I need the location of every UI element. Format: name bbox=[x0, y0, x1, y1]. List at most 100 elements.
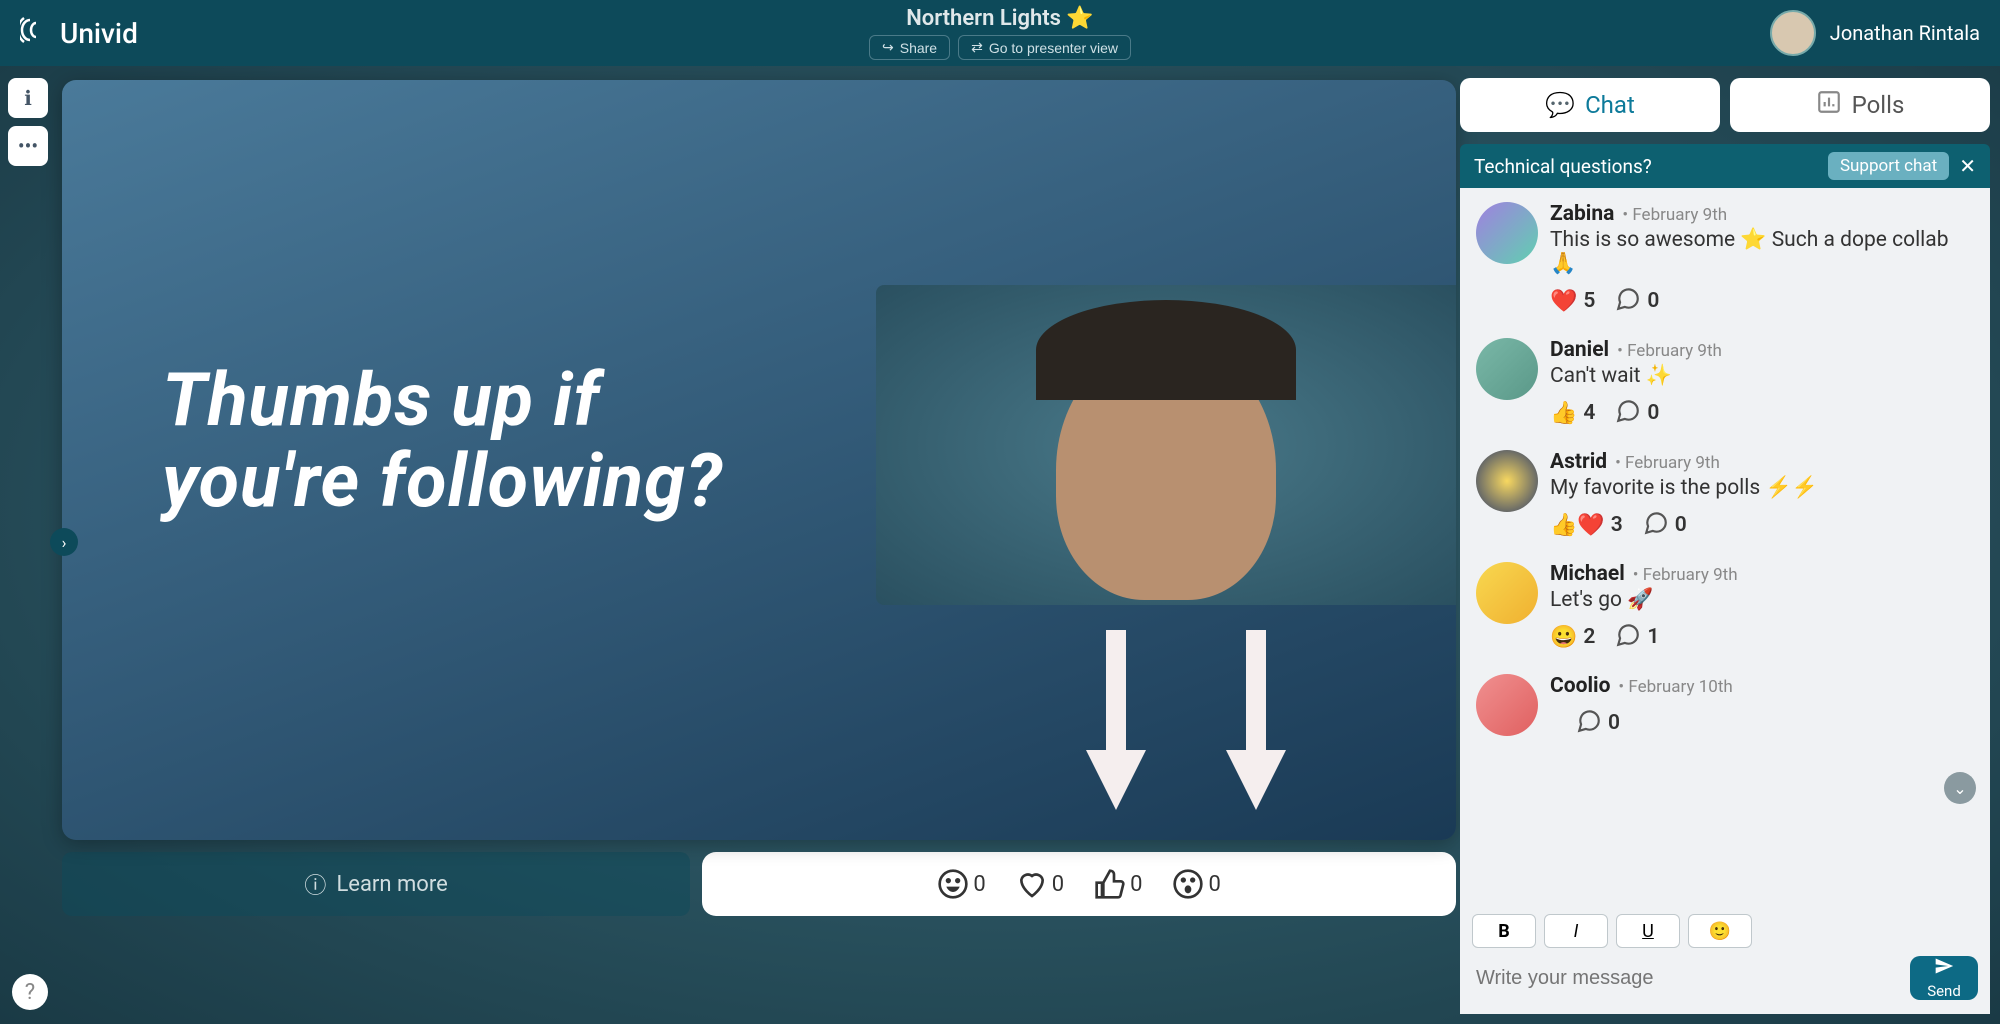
learn-more-label: Learn more bbox=[336, 872, 447, 897]
msg-author: Michael bbox=[1550, 562, 1625, 586]
user-name: Jonathan Rintala bbox=[1830, 21, 1980, 45]
compose-area: B I U 🙂 Send bbox=[1460, 904, 1990, 1014]
learn-more-button[interactable]: ⓘ Learn more bbox=[62, 852, 690, 916]
reactions-bar: 0 0 0 0 bbox=[702, 852, 1456, 916]
msg-author: Coolio bbox=[1550, 674, 1610, 698]
reply-icon[interactable] bbox=[1643, 510, 1669, 540]
msg-react-icon[interactable]: 😀 bbox=[1550, 625, 1577, 650]
polls-icon bbox=[1816, 89, 1842, 121]
reply-count: 0 bbox=[1608, 711, 1620, 735]
chat-message: Daniel • February 9th Can't wait ✨ 👍 4 0 bbox=[1460, 324, 1990, 436]
help-icon: ? bbox=[25, 980, 35, 1005]
msg-date: • February 9th bbox=[1633, 565, 1738, 585]
chat-message: Michael • February 9th Let's go 🚀 😀 2 1 bbox=[1460, 548, 1990, 660]
reply-icon[interactable] bbox=[1615, 622, 1641, 652]
arrow-down-icon bbox=[1086, 630, 1146, 810]
reply-icon[interactable] bbox=[1615, 286, 1641, 316]
tab-chat-label: Chat bbox=[1585, 91, 1635, 119]
arrow-down-icon bbox=[1226, 630, 1286, 810]
presentation-slide: Thumbs up if you're following? bbox=[62, 80, 1456, 840]
msg-react-count: 5 bbox=[1583, 289, 1595, 313]
left-rail: ℹ ••• bbox=[8, 78, 48, 166]
bold-label: B bbox=[1498, 921, 1510, 942]
support-question: Technical questions? bbox=[1474, 155, 1652, 178]
msg-date: • February 9th bbox=[1622, 205, 1727, 225]
wow-icon bbox=[1172, 868, 1204, 900]
grin-icon bbox=[937, 868, 969, 900]
help-button[interactable]: ? bbox=[12, 974, 48, 1010]
slide-arrows bbox=[1086, 630, 1286, 810]
msg-text: My favorite is the polls ⚡⚡ bbox=[1550, 476, 1974, 500]
italic-button[interactable]: I bbox=[1544, 914, 1608, 948]
tab-polls-label: Polls bbox=[1852, 91, 1905, 119]
close-banner-button[interactable]: ✕ bbox=[1959, 154, 1976, 178]
reaction-count: 0 bbox=[1208, 872, 1220, 897]
bold-button[interactable]: B bbox=[1472, 914, 1536, 948]
reply-icon[interactable] bbox=[1615, 398, 1641, 428]
chat-message: Zabina • February 9th This is so awesome… bbox=[1460, 188, 1990, 324]
reaction-wow[interactable]: 0 bbox=[1172, 868, 1220, 900]
presenter-video bbox=[876, 285, 1456, 605]
msg-author: Daniel bbox=[1550, 338, 1609, 362]
msg-text: This is so awesome ⭐ Such a dope collab … bbox=[1550, 228, 1974, 276]
reaction-thumbs[interactable]: 0 bbox=[1094, 868, 1142, 900]
slide-line2: you're following? bbox=[162, 441, 723, 522]
reaction-heart[interactable]: 0 bbox=[1016, 868, 1064, 900]
main-area: › Thumbs up if you're following? ⓘ Learn… bbox=[62, 80, 1456, 1004]
reply-count: 1 bbox=[1647, 625, 1659, 649]
scroll-down-button[interactable]: ⌄ bbox=[1944, 772, 1976, 804]
msg-date: • February 9th bbox=[1615, 453, 1720, 473]
close-icon: ✕ bbox=[1959, 154, 1976, 178]
presenter-face bbox=[1056, 340, 1276, 600]
chat-scroll[interactable]: Zabina • February 9th This is so awesome… bbox=[1460, 188, 1990, 904]
share-icon: ↪ bbox=[882, 39, 894, 56]
underline-button[interactable]: U bbox=[1616, 914, 1680, 948]
reply-count: 0 bbox=[1647, 401, 1659, 425]
info-button[interactable]: ℹ bbox=[8, 78, 48, 118]
support-chat-button[interactable]: Support chat bbox=[1828, 152, 1949, 180]
underline-label: U bbox=[1642, 921, 1654, 942]
presenter-view-button[interactable]: ⇄ Go to presenter view bbox=[958, 35, 1131, 60]
top-center: Northern Lights ⭐ ↪ Share ⇄ Go to presen… bbox=[869, 6, 1131, 60]
msg-date: • February 10th bbox=[1618, 677, 1732, 697]
chat-icon: 💬 bbox=[1545, 91, 1575, 119]
msg-avatar bbox=[1476, 202, 1538, 264]
msg-react-icon[interactable]: ❤️ bbox=[1550, 289, 1577, 314]
reaction-count: 0 bbox=[973, 872, 985, 897]
reaction-count: 0 bbox=[1052, 872, 1064, 897]
swap-icon: ⇄ bbox=[971, 39, 983, 56]
reaction-count: 0 bbox=[1130, 872, 1142, 897]
brand-logo: Univid bbox=[20, 12, 138, 55]
info-circle-icon: ⓘ bbox=[304, 868, 326, 900]
msg-author: Zabina bbox=[1550, 202, 1614, 226]
chevron-down-icon: ⌄ bbox=[1953, 779, 1966, 798]
brand-name: Univid bbox=[60, 17, 138, 50]
msg-react-count: 2 bbox=[1583, 625, 1595, 649]
tab-polls[interactable]: Polls bbox=[1730, 78, 1990, 132]
msg-avatar bbox=[1476, 450, 1538, 512]
msg-text: Let's go 🚀 bbox=[1550, 588, 1974, 612]
more-icon: ••• bbox=[18, 134, 38, 158]
emoji-button[interactable]: 🙂 bbox=[1688, 914, 1752, 948]
reaction-grin[interactable]: 0 bbox=[937, 868, 985, 900]
msg-react-icon[interactable]: 👍❤️ bbox=[1550, 513, 1605, 538]
share-button[interactable]: ↪ Share bbox=[869, 35, 950, 60]
tab-chat[interactable]: 💬 Chat bbox=[1460, 78, 1720, 132]
emoji-icon: 🙂 bbox=[1709, 921, 1731, 942]
slide-text: Thumbs up if you're following? bbox=[162, 360, 723, 523]
send-button[interactable]: Send bbox=[1910, 956, 1978, 1000]
support-banner: Technical questions? Support chat ✕ bbox=[1460, 144, 1990, 188]
msg-react-icon[interactable]: 👍 bbox=[1550, 401, 1577, 426]
session-title: Northern Lights ⭐ bbox=[869, 6, 1131, 31]
reply-count: 0 bbox=[1647, 289, 1659, 313]
message-input[interactable] bbox=[1472, 956, 1900, 1000]
msg-avatar bbox=[1476, 562, 1538, 624]
italic-label: I bbox=[1574, 921, 1579, 942]
side-panel: 💬 Chat Polls Technical questions? Suppor… bbox=[1460, 78, 1990, 1014]
chevron-right-icon: › bbox=[62, 533, 67, 552]
user-avatar[interactable] bbox=[1770, 10, 1816, 56]
reply-icon[interactable] bbox=[1576, 708, 1602, 738]
more-button[interactable]: ••• bbox=[8, 126, 48, 166]
expand-button[interactable]: › bbox=[50, 528, 78, 556]
msg-date: • February 9th bbox=[1617, 341, 1722, 361]
